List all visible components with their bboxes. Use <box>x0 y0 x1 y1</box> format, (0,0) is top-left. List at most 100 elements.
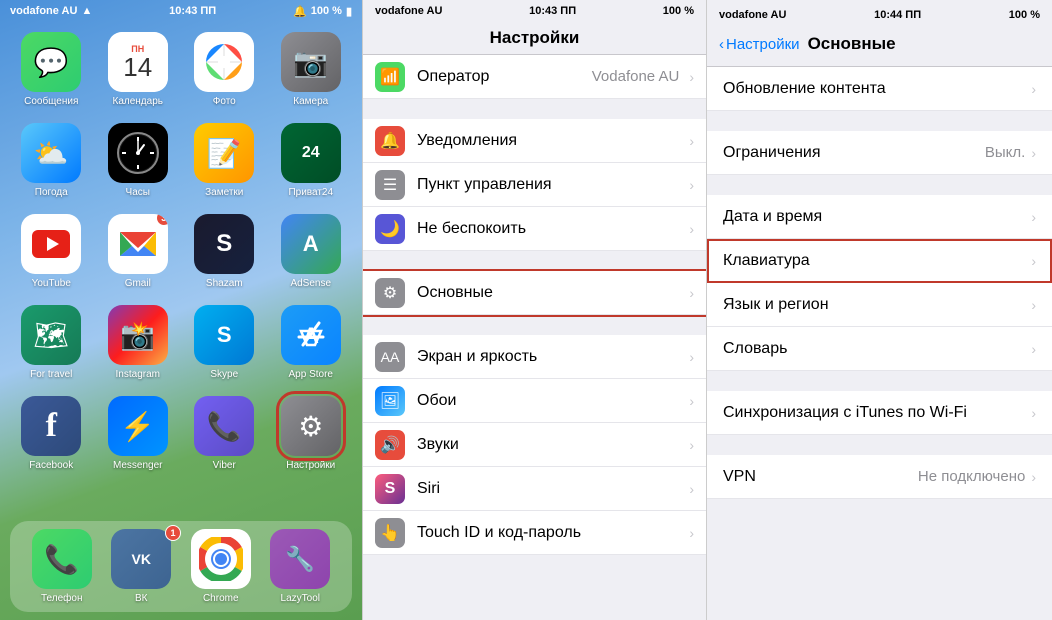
settings-item-operator[interactable]: 📶 Оператор Vodafone AU › <box>363 55 706 99</box>
app-gmail[interactable]: 3 Gmail <box>103 214 174 289</box>
facebook-label: Facebook <box>29 460 73 471</box>
settings-item-wallpaper[interactable]: 🖼 Обои › <box>363 379 706 423</box>
app-photos[interactable]: Фото <box>189 32 260 107</box>
alarm-icon-1: 🔔 <box>293 5 307 18</box>
app-youtube[interactable]: YouTube <box>16 214 87 289</box>
settings-icon: ⚙ <box>281 396 341 456</box>
facebook-icon: f <box>21 396 81 456</box>
general-item-vpn[interactable]: VPN Не подключено › <box>707 455 1052 499</box>
app-skype[interactable]: S Skype <box>189 305 260 380</box>
wifi-icon-1: ▲ <box>81 5 92 17</box>
notes-icon: 📝 <box>194 123 254 183</box>
touchid-icon: 👆 <box>375 518 405 548</box>
sounds-label: Звуки <box>417 436 685 454</box>
settings-gap-2 <box>363 251 706 271</box>
settings-item-touchid[interactable]: 👆 Touch ID и код-пароль › <box>363 511 706 555</box>
app-settings[interactable]: ⚙ Настройки <box>276 396 347 471</box>
adsense-icon: A <box>281 214 341 274</box>
app-weather[interactable]: ⛅ Погода <box>16 123 87 198</box>
general-item-content-update[interactable]: Обновление контента › <box>707 67 1052 111</box>
settings-item-sounds[interactable]: 🔊 Звуки › <box>363 423 706 467</box>
wallpaper-chevron: › <box>689 393 694 409</box>
app-instagram[interactable]: 📸 Instagram <box>103 305 174 380</box>
app-messenger[interactable]: ⚡ Messenger <box>103 396 174 471</box>
display-label: Экран и яркость <box>417 348 685 366</box>
time-label-1: 10:43 ПП <box>169 5 216 17</box>
app-facebook[interactable]: f Facebook <box>16 396 87 471</box>
back-button[interactable]: ‹ Настройки <box>719 36 800 53</box>
weather-label: Погода <box>35 187 68 198</box>
general-item-datetime[interactable]: Дата и время › <box>707 195 1052 239</box>
display-icon: AA <box>375 342 405 372</box>
settings-item-dnd[interactable]: 🌙 Не беспокоить › <box>363 207 706 251</box>
app-privat24[interactable]: 24 Приват24 <box>276 123 347 198</box>
time-2: 10:43 ПП <box>529 5 576 17</box>
app-notes[interactable]: 📝 Заметки <box>189 123 260 198</box>
vk-label: ВК <box>135 593 148 604</box>
back-label: Настройки <box>726 36 800 53</box>
battery-2: 100 % <box>663 5 694 17</box>
restrictions-label: Ограничения <box>723 144 821 162</box>
dock: 📞 Телефон VK 1 ВК <box>10 521 352 612</box>
operator-icon: 📶 <box>375 62 405 92</box>
general-gap-1 <box>707 111 1052 131</box>
chrome-label: Chrome <box>203 593 239 604</box>
app-viber[interactable]: 📞 Viber <box>189 396 260 471</box>
display-chevron: › <box>689 349 694 365</box>
settings-gap-3 <box>363 315 706 335</box>
status-bar-right-1: 🔔 100 % ▮ <box>293 5 352 18</box>
dock-phone[interactable]: 📞 Телефон <box>26 529 98 604</box>
camera-icon: 📷 <box>281 32 341 92</box>
status-bar-left-1: vodafone AU ▲ <box>10 5 92 17</box>
settings-item-control[interactable]: ☰ Пункт управления › <box>363 163 706 207</box>
weather-icon: ⛅ <box>21 123 81 183</box>
privat24-icon: 24 <box>281 123 341 183</box>
app-fortravel[interactable]: 🗺 For travel <box>16 305 87 380</box>
app-camera[interactable]: 📷 Камера <box>276 32 347 107</box>
vk-icon: VK <box>111 529 171 589</box>
app-adsense[interactable]: A AdSense <box>276 214 347 289</box>
skype-icon: S <box>194 305 254 365</box>
youtube-icon <box>21 214 81 274</box>
messenger-icon: ⚡ <box>108 396 168 456</box>
general-item-dictionary[interactable]: Словарь › <box>707 327 1052 371</box>
general-gap-4 <box>707 435 1052 455</box>
settings-item-display[interactable]: AA Экран и яркость › <box>363 335 706 379</box>
gmail-badge: 3 <box>156 214 168 226</box>
appstore-icon: A <box>281 305 341 365</box>
settings-item-general[interactable]: ⚙ Основные › <box>363 271 706 315</box>
siri-icon: S <box>375 474 405 504</box>
calendar-icon: ПН 14 <box>108 32 168 92</box>
youtube-label: YouTube <box>32 278 71 289</box>
cal-day: 14 <box>123 54 152 80</box>
app-appstore[interactable]: A App Store <box>276 305 347 380</box>
app-shazam[interactable]: S Shazam <box>189 214 260 289</box>
settings-item-siri[interactable]: S Siri › <box>363 467 706 511</box>
nav-bar-title-row: ‹ Настройки Основные <box>707 26 1052 62</box>
general-item-keyboard[interactable]: Клавиатура › <box>707 239 1052 283</box>
photos-icon <box>194 32 254 92</box>
dock-vk[interactable]: VK 1 ВК <box>106 529 178 604</box>
general-item-itunes[interactable]: Синхронизация с iTunes по Wi-Fi › <box>707 391 1052 435</box>
battery-icon-1: ▮ <box>346 5 352 18</box>
general-item-restrictions[interactable]: Ограничения Выкл. › <box>707 131 1052 175</box>
app-calendar[interactable]: ПН 14 Календарь <box>103 32 174 107</box>
settings-item-notifications[interactable]: 🔔 Уведомления › <box>363 119 706 163</box>
vpn-chevron: › <box>1031 469 1036 485</box>
app-messages[interactable]: 💬 Сообщения <box>16 32 87 107</box>
app-clock[interactable]: Часы <box>103 123 174 198</box>
battery-pct-1: 100 % <box>311 5 342 17</box>
lazytool-label: LazyTool <box>281 593 320 604</box>
restrictions-chevron: › <box>1031 145 1036 161</box>
dock-lazytool[interactable]: 🔧 LazyTool <box>265 529 337 604</box>
general-item-language[interactable]: Язык и регион › <box>707 283 1052 327</box>
dock-chrome[interactable]: Chrome <box>185 529 257 604</box>
skype-label: Skype <box>210 369 238 380</box>
status-bar-1: vodafone AU ▲ 10:43 ПП 🔔 100 % ▮ <box>0 0 362 22</box>
dnd-icon: 🌙 <box>375 214 405 244</box>
vk-badge: 1 <box>165 525 181 541</box>
content-update-chevron: › <box>1031 81 1036 97</box>
general-chevron: › <box>689 285 694 301</box>
gmail-label: Gmail <box>125 278 151 289</box>
carrier-label-1: vodafone AU <box>10 5 77 17</box>
